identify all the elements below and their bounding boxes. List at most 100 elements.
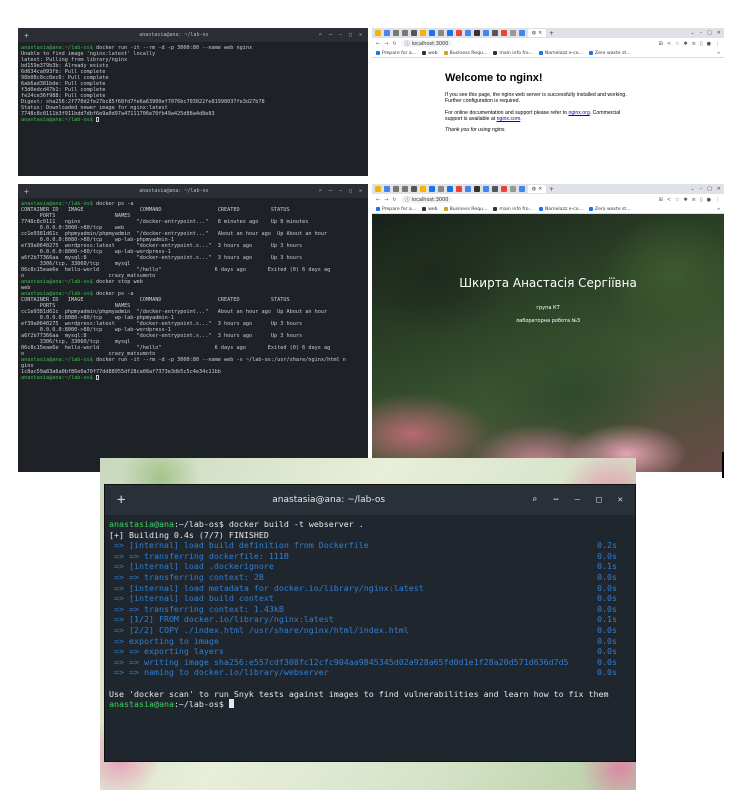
bookmark-item[interactable]: Namelazz e-co... [538, 207, 583, 212]
share-icon[interactable]: < [667, 41, 671, 47]
new-tab-icon[interactable]: + [549, 30, 554, 37]
bookmark-item[interactable]: Prepare for a... [376, 51, 416, 56]
bookmark-item[interactable]: Zero waste st... [588, 51, 631, 56]
bookmark-item[interactable]: main info fro... [493, 51, 533, 56]
bookmark-item[interactable]: Prepare for a... [376, 207, 416, 212]
tab-favicon-icon[interactable] [429, 30, 435, 36]
tab-favicon-icon[interactable] [402, 30, 408, 36]
menu-icon[interactable]: ⋯ [329, 32, 332, 38]
tab-search-icon[interactable]: ⌄ [690, 30, 694, 36]
minimize-icon[interactable]: – [339, 188, 342, 194]
extensions-icon[interactable]: ✱ [683, 197, 687, 203]
new-tab-icon[interactable]: + [24, 31, 29, 40]
reading-list-icon[interactable]: ≡ [692, 197, 696, 203]
bookmark-item[interactable]: Zero waste st... [588, 207, 631, 212]
tab-favicon-icon[interactable] [510, 30, 516, 36]
tab-close-icon[interactable]: × [538, 186, 542, 192]
tab-favicon-icon[interactable] [402, 186, 408, 192]
bookmark-item[interactable]: web [422, 207, 438, 212]
close-icon[interactable]: ✕ [359, 188, 362, 194]
tab-favicon-icon[interactable] [510, 186, 516, 192]
nginx-com-link[interactable]: nginx.com [497, 116, 521, 122]
search-icon[interactable]: ⌕ [319, 188, 322, 194]
menu-icon[interactable]: ⋯ [329, 188, 332, 194]
bookmark-item[interactable]: Business Requ... [443, 51, 487, 56]
tab-favicon-icon[interactable] [447, 186, 453, 192]
forward-icon[interactable]: → [384, 41, 388, 47]
browser-window-2[interactable]: ◍ × + ⌄ – □ ✕ ← → ↻ ⓘ localhost:3000 ⊞ < ☆… [372, 184, 724, 472]
sidepanel-icon[interactable]: ▯ [700, 197, 703, 203]
reload-icon[interactable]: ↻ [392, 197, 396, 203]
minimize-icon[interactable]: – [700, 30, 703, 36]
tab-favicon-icon[interactable] [501, 186, 507, 192]
kebab-menu-icon[interactable]: ⋮ [715, 41, 720, 47]
address-bar[interactable]: ⓘ localhost:3000 [400, 196, 453, 203]
close-icon[interactable]: ✕ [717, 186, 721, 192]
minimize-icon[interactable]: – [575, 495, 580, 505]
new-tab-icon[interactable]: + [549, 186, 554, 193]
active-tab[interactable]: ◍ × [528, 29, 546, 37]
tab-favicon-icon[interactable] [411, 186, 417, 192]
tab-favicon-icon[interactable] [483, 186, 489, 192]
tab-favicon-icon[interactable] [375, 30, 381, 36]
tab-favicon-icon[interactable] [492, 30, 498, 36]
tab-favicon-icon[interactable] [447, 30, 453, 36]
tab-favicon-icon[interactable] [465, 186, 471, 192]
translate-icon[interactable]: ⊞ [659, 41, 663, 47]
bookmark-item[interactable]: web [422, 51, 438, 56]
new-tab-icon[interactable]: + [24, 187, 29, 196]
tab-search-icon[interactable]: ⌄ [690, 186, 694, 192]
tab-favicon-icon[interactable] [492, 186, 498, 192]
close-icon[interactable]: ✕ [359, 32, 362, 38]
back-icon[interactable]: ← [376, 41, 380, 47]
maximize-icon[interactable]: □ [707, 30, 712, 36]
search-icon[interactable]: ⌕ [532, 495, 537, 505]
tab-favicon-icon[interactable] [420, 30, 426, 36]
tab-favicon-icon[interactable] [438, 186, 444, 192]
more-bookmarks-icon[interactable]: » [717, 51, 720, 56]
tab-favicon-icon[interactable] [429, 186, 435, 192]
profile-avatar-icon[interactable]: ● [707, 41, 711, 47]
tab-favicon-icon[interactable] [438, 30, 444, 36]
translate-icon[interactable]: ⊞ [659, 197, 663, 203]
tab-favicon-icon[interactable] [456, 30, 462, 36]
tab-favicon-icon[interactable] [501, 30, 507, 36]
more-bookmarks-icon[interactable]: » [717, 207, 720, 212]
extensions-icon[interactable]: ✱ [683, 41, 687, 47]
nginx-org-link[interactable]: nginx.org [568, 110, 589, 116]
back-icon[interactable]: ← [376, 197, 380, 203]
new-tab-icon[interactable]: + [117, 492, 125, 508]
tab-favicon-icon[interactable] [465, 30, 471, 36]
bookmark-item[interactable]: Business Requ... [443, 207, 487, 212]
maximize-icon[interactable]: □ [349, 188, 352, 194]
star-icon[interactable]: ☆ [675, 197, 679, 203]
tab-favicon-icon[interactable] [384, 30, 390, 36]
maximize-icon[interactable]: □ [349, 32, 352, 38]
tab-favicon-icon[interactable] [474, 30, 480, 36]
terminal-window-2[interactable]: + anastasia@ana: ~/lab-os ⌕ ⋯ – □ ✕ anas… [18, 184, 368, 472]
sidepanel-icon[interactable]: ▯ [700, 41, 703, 47]
close-icon[interactable]: ✕ [618, 495, 623, 505]
forward-icon[interactable]: → [384, 197, 388, 203]
tab-favicon-icon[interactable] [375, 186, 381, 192]
tab-favicon-icon[interactable] [420, 186, 426, 192]
tab-favicon-icon[interactable] [519, 186, 525, 192]
reading-list-icon[interactable]: ≡ [692, 41, 696, 47]
bookmark-item[interactable]: Namelazz e-co... [538, 51, 583, 56]
search-icon[interactable]: ⌕ [319, 32, 322, 38]
bookmark-item[interactable]: main info fro... [493, 207, 533, 212]
minimize-icon[interactable]: – [339, 32, 342, 38]
tab-favicon-icon[interactable] [393, 186, 399, 192]
terminal-window-1[interactable]: + anastasia@ana: ~/lab-os ⌕ ⋯ – □ ✕ anas… [18, 28, 368, 176]
star-icon[interactable]: ☆ [675, 41, 679, 47]
browser-window-1[interactable]: ◍ × + ⌄ – □ ✕ ← → ↻ ⓘ localhost:3000 ⊞ < ☆… [372, 28, 724, 176]
terminal-output[interactable]: anastasia@ana:~/lab-os$ docker build -t … [105, 515, 635, 714]
tab-favicon-icon[interactable] [474, 186, 480, 192]
menu-icon[interactable]: ⋯ [553, 495, 558, 505]
kebab-menu-icon[interactable]: ⋮ [715, 197, 720, 203]
tab-favicon-icon[interactable] [519, 30, 525, 36]
tab-favicon-icon[interactable] [384, 186, 390, 192]
terminal-window-3[interactable]: + anastasia@ana: ~/lab-os ⌕ ⋯ – □ ✕ anas… [104, 484, 636, 762]
minimize-icon[interactable]: – [700, 186, 703, 192]
address-bar[interactable]: ⓘ localhost:3000 [400, 40, 453, 47]
